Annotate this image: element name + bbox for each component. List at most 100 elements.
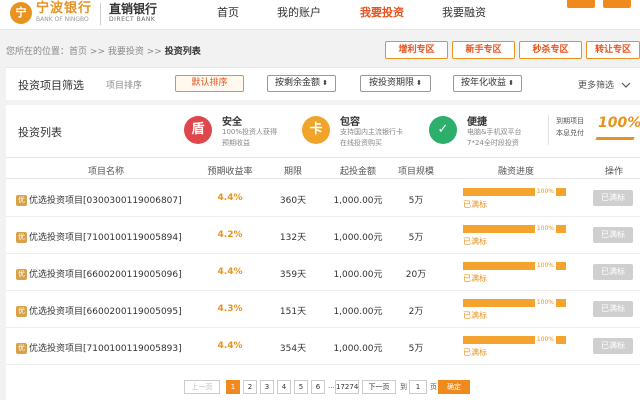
min-amount: 1,000.00元 <box>333 344 383 354</box>
progress: 100% 已满标 <box>463 262 566 284</box>
zone-transfer-button[interactable]: 转让专区 <box>586 41 640 59</box>
progress-status: 已满标 <box>463 200 487 209</box>
progress-status: 已满标 <box>463 348 487 357</box>
project-name[interactable]: 优优选投资项目[7100100119005893] <box>16 341 182 354</box>
top-header: 宁 宁波银行 BANK OF NINGBO 直销银行 DIRECT BANK 首… <box>0 0 640 30</box>
sort-yield-button[interactable]: 按年化收益 ⬍ <box>453 75 522 92</box>
nav-financing[interactable]: 我要融资 <box>442 4 486 20</box>
sort-remaining-button[interactable]: 按剩余金额 ⬍ <box>267 75 336 92</box>
header-button[interactable] <box>603 0 631 8</box>
brand-name: 直销银行 <box>109 2 158 16</box>
goto-confirm-button[interactable]: 确定 <box>438 380 470 394</box>
progress-percent: 100% <box>534 225 556 233</box>
sort-arrow-icon: ⬍ <box>416 79 422 87</box>
breadcrumb-home[interactable]: 首页 <box>69 47 87 57</box>
project-scale: 20万 <box>405 270 427 280</box>
shield-icon: 盾 <box>184 116 212 144</box>
project-scale: 5万 <box>408 196 424 206</box>
page-1[interactable]: 1 <box>226 380 240 394</box>
progress-percent: 100% <box>534 336 556 344</box>
page-6[interactable]: 6 <box>311 380 325 394</box>
zone-flash-button[interactable]: 秒杀专区 <box>519 41 582 59</box>
sort-arrow-icon: ⬍ <box>322 79 328 87</box>
term: 354天 <box>279 344 307 354</box>
expected-rate: 4.3% <box>217 304 243 314</box>
project-scale: 5万 <box>408 233 424 243</box>
table-row: 优优选投资项目[6600200119005095] 4.3% 151天 1,000.0… <box>6 291 640 328</box>
filter-title: 投资项目筛选 <box>18 79 84 92</box>
breadcrumb-current: 投资列表 <box>164 47 201 57</box>
progress-percent: 100% <box>534 262 556 270</box>
sort-default-button[interactable]: 默认排序 <box>175 75 244 92</box>
premium-tag-icon: 优 <box>16 195 27 206</box>
nav-my-account[interactable]: 我的账户 <box>277 4 321 20</box>
progress-bar: 100% <box>463 262 566 270</box>
premium-tag-icon: 优 <box>16 306 27 317</box>
fully-funded-button[interactable]: 已满标 <box>593 301 633 317</box>
term: 359天 <box>279 270 307 280</box>
progress-bar: 100% <box>463 299 566 307</box>
card-icon: 卡 <box>302 116 330 144</box>
chevron-down-icon <box>621 82 631 88</box>
breadcrumb-bar: 您所在的位置：首页 >> 我要投资 >> 投资列表 增利专区 新手专区 秒杀专区… <box>0 40 640 60</box>
logo[interactable]: 宁 宁波银行 BANK OF NINGBO 直销银行 DIRECT BANK <box>10 2 157 25</box>
page-last[interactable]: 17274 <box>335 380 359 394</box>
list-title: 投资列表 <box>18 126 62 139</box>
fully-funded-button[interactable]: 已满标 <box>593 338 633 354</box>
table-row: 优优选投资项目[7100100119005893] 4.4% 354天 1,000.0… <box>6 328 640 365</box>
premium-tag-icon: 优 <box>16 232 27 243</box>
progress-percent: 100% <box>534 299 556 307</box>
more-filters-toggle[interactable]: 更多筛选 <box>578 78 631 91</box>
project-name[interactable]: 优优选投资项目[6600200119005095] <box>16 304 182 317</box>
term: 132天 <box>279 233 307 243</box>
sort-label: 项目排序 <box>106 81 143 91</box>
fully-funded-button[interactable]: 已满标 <box>593 227 633 243</box>
prev-page-button[interactable]: 上一页 <box>184 380 220 394</box>
progress: 100% 已满标 <box>463 299 566 321</box>
term: 151天 <box>279 307 307 317</box>
page-5[interactable]: 5 <box>294 380 308 394</box>
bank-name-en: BANK OF NINGBO <box>36 16 89 23</box>
fully-funded-button[interactable]: 已满标 <box>593 190 633 206</box>
goto-page-input[interactable]: 1 <box>409 380 427 394</box>
zone-newbie-button[interactable]: 新手专区 <box>452 41 515 59</box>
progress-percent: 100% <box>534 188 556 196</box>
fully-funded-button[interactable]: 已满标 <box>593 264 633 280</box>
filter-bar: 投资项目筛选 项目排序 默认排序 按剩余金额 ⬍ 按投资期限 ⬍ 按年化收益 ⬍ 更多… <box>6 67 640 100</box>
nav-invest[interactable]: 我要投资 <box>360 4 404 20</box>
expected-rate: 4.4% <box>217 341 243 351</box>
table-row: 优优选投资项目[7100100119005894] 4.2% 132天 1,000.0… <box>6 217 640 254</box>
progress-bar: 100% <box>463 225 566 233</box>
project-name[interactable]: 优优选投资项目[6600200119005096] <box>16 267 182 280</box>
guarantee-badge: 到期项目 本息兑付 100% <box>548 115 640 145</box>
table-row: 优优选投资项目[0300300119006807] 4.4% 360天 1,000.0… <box>6 180 640 217</box>
next-page-button[interactable]: 下一页 <box>362 380 396 394</box>
logo-divider <box>100 3 102 25</box>
premium-tag-icon: 优 <box>16 343 27 354</box>
term: 360天 <box>279 196 307 206</box>
expected-rate: 4.4% <box>217 267 243 277</box>
page-4[interactable]: 4 <box>277 380 291 394</box>
project-name[interactable]: 优优选投资项目[7100100119005894] <box>16 230 182 243</box>
brand-name-en: DIRECT BANK <box>109 16 156 23</box>
progress: 100% 已满标 <box>463 336 566 358</box>
sort-term-button[interactable]: 按投资期限 ⬍ <box>360 75 431 92</box>
bank-name: 宁波银行 <box>36 1 93 16</box>
pagination: 上一页 1 2 3 4 5 6 ... 17274 下一页 到 1 页 确定 <box>6 377 640 397</box>
hundred-percent-badge: 100% <box>598 115 640 131</box>
min-amount: 1,000.00元 <box>333 233 383 243</box>
header-button[interactable] <box>567 0 595 8</box>
zone-bonus-button[interactable]: 增利专区 <box>385 41 448 59</box>
page-2[interactable]: 2 <box>243 380 257 394</box>
investment-list: 投资列表 盾 安全 100%投资人获得 预期收益 卡 包容 支持国内主流银行卡 在线… <box>6 105 640 400</box>
progress-status: 已满标 <box>463 237 487 246</box>
page-3[interactable]: 3 <box>260 380 274 394</box>
breadcrumb: 您所在的位置：首页 >> 我要投资 >> 投资列表 <box>6 47 201 57</box>
progress-bar: 100% <box>463 188 566 196</box>
nav-home[interactable]: 首页 <box>217 4 239 20</box>
progress-bar: 100% <box>463 336 566 344</box>
project-scale: 2万 <box>408 307 424 317</box>
breadcrumb-invest[interactable]: 我要投资 <box>108 47 144 57</box>
project-scale: 5万 <box>408 344 424 354</box>
project-name[interactable]: 优优选投资项目[0300300119006807] <box>16 193 182 206</box>
